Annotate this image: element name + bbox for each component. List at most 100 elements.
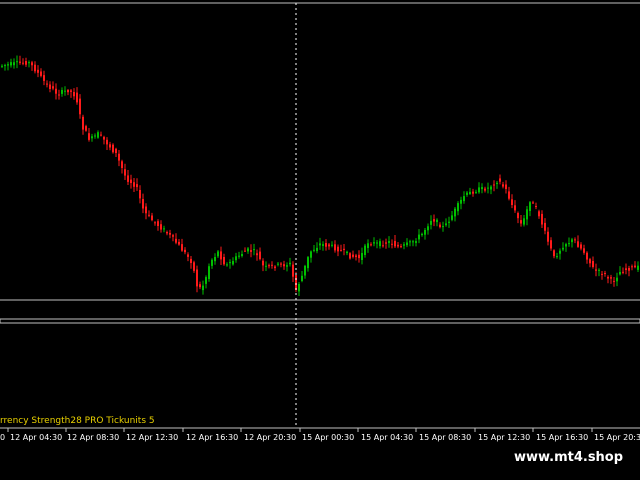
candle-body — [202, 285, 204, 291]
candle-body — [520, 220, 522, 224]
candle-body — [544, 222, 546, 231]
candle-body — [22, 62, 24, 64]
candle-body — [19, 61, 21, 63]
candle-body — [424, 230, 426, 235]
candle-body — [472, 191, 474, 194]
candle-body — [322, 244, 324, 246]
candle-body — [82, 116, 84, 130]
candle-body — [256, 253, 258, 256]
candle-body — [541, 213, 543, 225]
candle-body — [553, 250, 555, 257]
candle-body — [493, 184, 495, 186]
candle-body — [556, 256, 558, 258]
candle-body — [247, 248, 249, 252]
subwindow-separator[interactable] — [0, 318, 640, 324]
candle-body — [175, 238, 177, 243]
time-label: 12 Apr 12:30 — [126, 433, 179, 442]
candle-body — [25, 61, 27, 65]
candle-body — [577, 241, 579, 247]
candle-body — [343, 248, 345, 250]
candle-body — [136, 184, 138, 188]
candle-body — [451, 215, 453, 220]
candle-body — [127, 175, 129, 182]
candle-body — [109, 144, 111, 148]
candle-body — [562, 247, 564, 250]
candle-body — [382, 245, 384, 247]
time-label: 12 Apr 20:30 — [244, 433, 297, 442]
candle-body — [568, 243, 570, 245]
candle-body — [559, 250, 561, 254]
candle-body — [16, 61, 18, 63]
candle-body — [352, 254, 354, 257]
candle-body — [274, 266, 276, 269]
candle-body — [190, 258, 192, 263]
candle-body — [592, 261, 594, 267]
candle-body — [397, 244, 399, 247]
candle-body — [439, 224, 441, 228]
candle-body — [157, 221, 159, 226]
candle-body — [409, 241, 411, 243]
candle-body — [574, 239, 576, 241]
candle-body — [73, 92, 75, 97]
candle-body — [415, 241, 417, 243]
candle-body — [145, 206, 147, 214]
candle-body — [34, 64, 36, 72]
candle-body — [70, 90, 72, 92]
candle-body — [214, 257, 216, 262]
candle-body — [367, 243, 369, 248]
candle-body — [184, 249, 186, 253]
candle-body — [454, 208, 456, 217]
candle-body — [400, 246, 402, 248]
candle-body — [325, 243, 327, 247]
candle-body — [7, 64, 9, 66]
candle-body — [610, 277, 612, 279]
candle-body — [76, 92, 78, 103]
candle-body — [331, 244, 333, 246]
candle-body — [514, 205, 516, 211]
candle-body — [181, 244, 183, 251]
candle-body — [43, 75, 45, 81]
candle-body — [37, 69, 39, 73]
candle-body — [622, 271, 624, 273]
candle-body — [283, 264, 285, 267]
candle-body — [277, 263, 279, 265]
price-chart-window[interactable]: rrency Strength28 PRO Tickunits 5 0 12 A… — [0, 0, 640, 480]
candle-body — [112, 144, 114, 153]
candle-body — [10, 62, 12, 66]
candle-body — [241, 254, 243, 256]
watermark-logo: www.mt4.shop — [497, 446, 640, 470]
candlestick-chart[interactable] — [0, 0, 640, 480]
candle-body — [538, 211, 540, 217]
candle-body — [235, 256, 237, 261]
candle-body — [313, 249, 315, 251]
candle-body — [523, 218, 525, 225]
candle-body — [4, 65, 6, 67]
time-label: 15 Apr 04:30 — [361, 433, 414, 442]
candle-body — [166, 232, 168, 234]
candle-body — [619, 272, 621, 275]
candle-body — [79, 98, 81, 115]
candle-body — [505, 184, 507, 189]
candle-body — [340, 249, 342, 251]
candle-body — [193, 262, 195, 271]
candle-body — [205, 277, 207, 284]
candle-body — [589, 259, 591, 264]
candle-body — [13, 62, 15, 66]
candle-body — [406, 242, 408, 246]
candle-body — [304, 265, 306, 276]
candle-body — [52, 86, 54, 89]
candle-body — [346, 251, 348, 254]
candle-body — [319, 243, 321, 246]
candle-body — [229, 262, 231, 264]
candle-body — [598, 269, 600, 271]
candle-body — [178, 241, 180, 245]
candle-body — [547, 231, 549, 242]
candle-body — [301, 275, 303, 281]
candle-body — [148, 214, 150, 216]
candle-body — [262, 260, 264, 266]
candle-body — [268, 265, 270, 267]
candle-body — [61, 90, 63, 94]
candle-body — [91, 136, 93, 139]
candle-body — [94, 135, 96, 137]
candle-body — [142, 199, 144, 209]
